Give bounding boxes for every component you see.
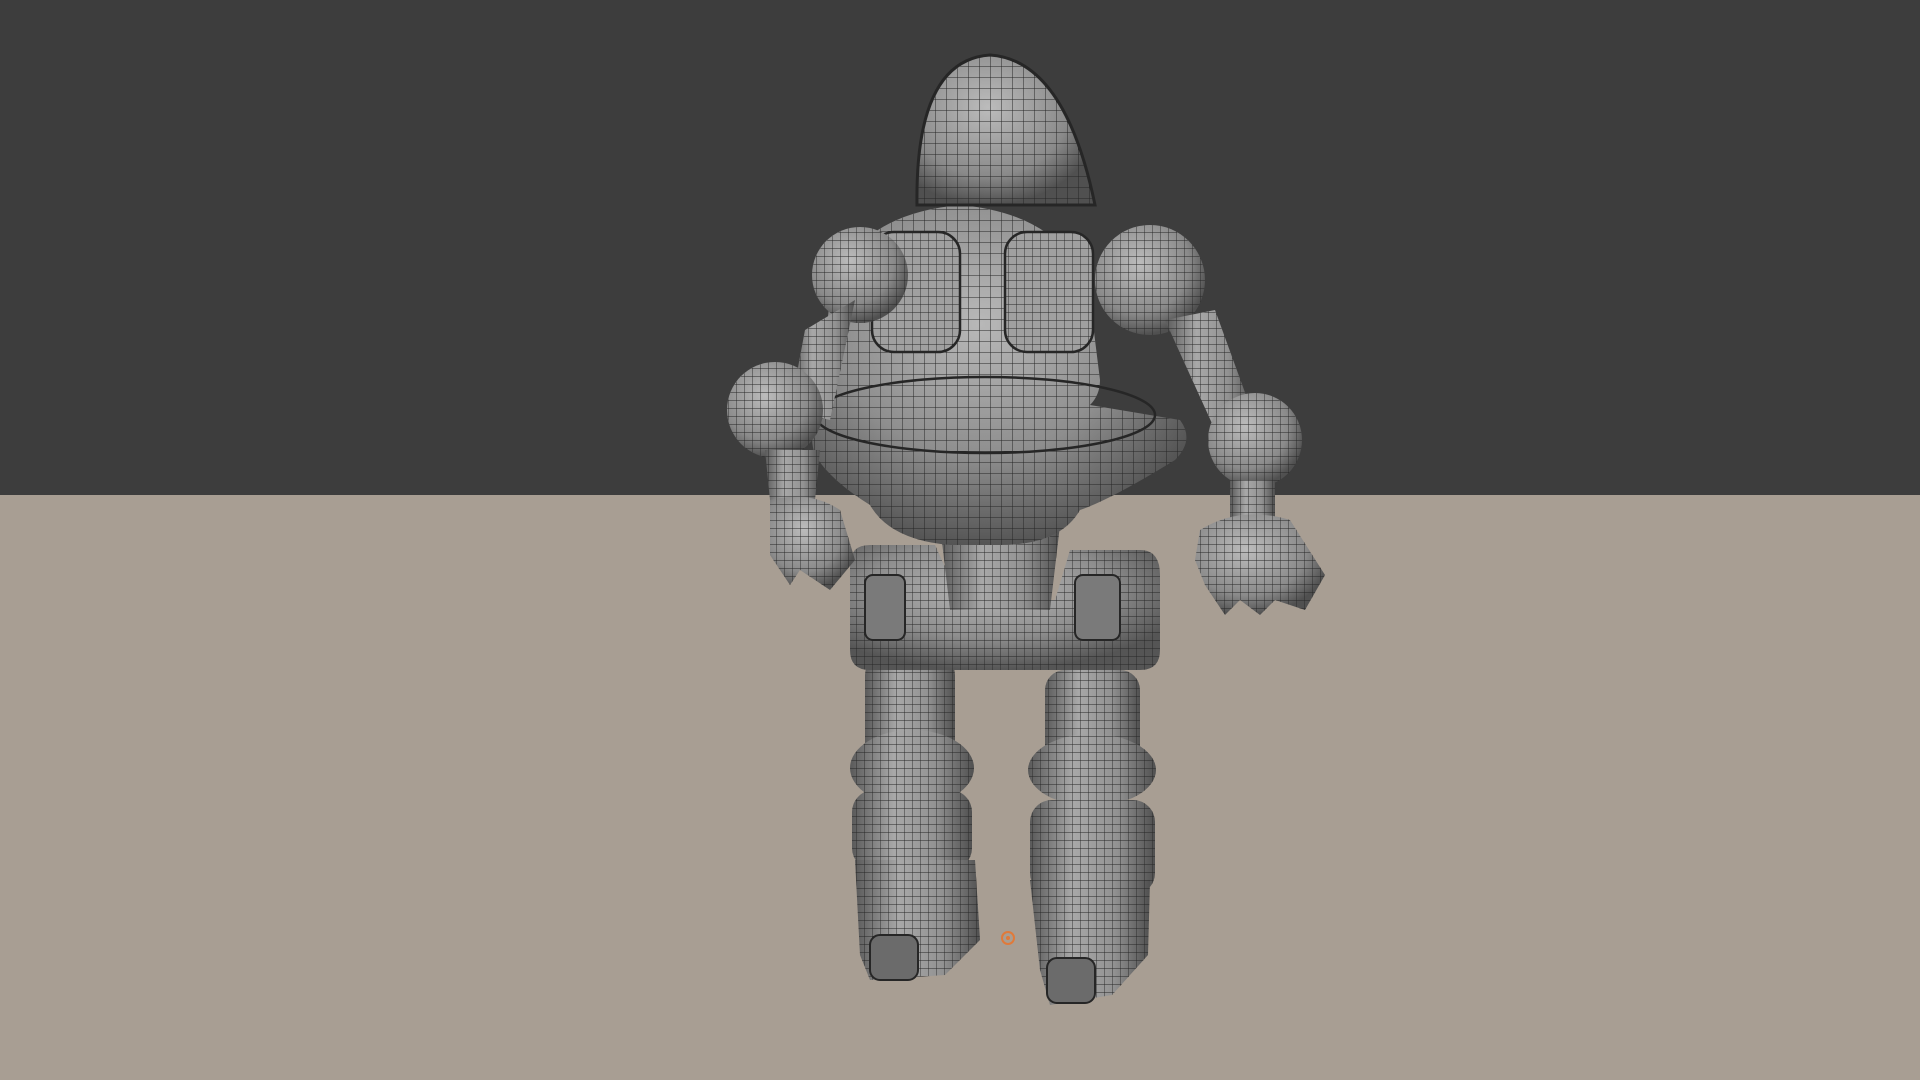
robot-head (915, 53, 1097, 207)
robot-left-leg (850, 655, 980, 981)
3d-viewport[interactable] (0, 0, 1920, 1080)
robot-model[interactable] (0, 0, 1920, 1080)
object-origin-icon (1001, 931, 1015, 945)
robot-right-leg (1028, 670, 1156, 1005)
